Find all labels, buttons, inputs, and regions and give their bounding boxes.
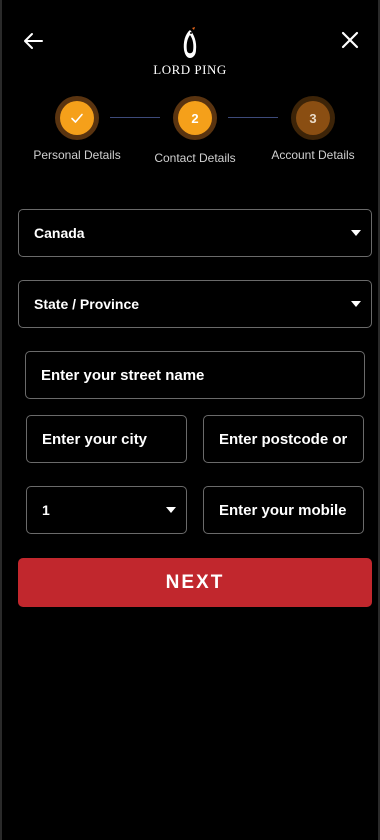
step-label: Personal Details [33,148,121,162]
checkmark-icon [71,113,83,123]
street-placeholder: Enter your street name [41,366,205,384]
step-account-details[interactable]: 3 Account Details [253,96,373,162]
step-circle: 2 [173,96,217,140]
step-personal-details[interactable]: Personal Details [17,96,137,162]
state-value: State / Province [34,296,140,312]
logo-text: LORD PING [153,62,227,77]
postcode-input[interactable]: Enter postcode or [203,415,364,463]
city-placeholder: Enter your city [42,430,148,448]
step-number: 2 [178,101,212,135]
street-name-input[interactable]: Enter your street name [25,351,365,399]
caret-down-icon [351,301,361,307]
mobile-placeholder: Enter your mobile [219,501,347,519]
city-input[interactable]: Enter your city [26,415,187,463]
mobile-input[interactable]: Enter your mobile [203,486,364,534]
brand-logo: LORD PING [0,26,380,78]
progress-stepper: Personal Details 2 Contact Details 3 Acc… [0,96,380,176]
country-value: Canada [34,225,85,241]
step-label: Contact Details [154,151,236,165]
state-province-select[interactable]: State / Province [18,280,372,328]
close-icon[interactable] [340,30,360,50]
postcode-placeholder: Enter postcode or [219,430,348,448]
dial-code-value: 1 [42,502,50,518]
country-select[interactable]: Canada [18,209,372,257]
next-button[interactable]: NEXT [18,558,372,607]
step-circle: 3 [291,96,335,140]
step-contact-details[interactable]: 2 Contact Details [135,96,255,165]
step-number: 3 [296,101,330,135]
step-circle [55,96,99,140]
caret-down-icon [351,230,361,236]
step-label: Account Details [271,148,355,162]
dial-code-select[interactable]: 1 [26,486,187,534]
penguin-logo-icon [183,27,197,58]
caret-down-icon [166,507,176,513]
